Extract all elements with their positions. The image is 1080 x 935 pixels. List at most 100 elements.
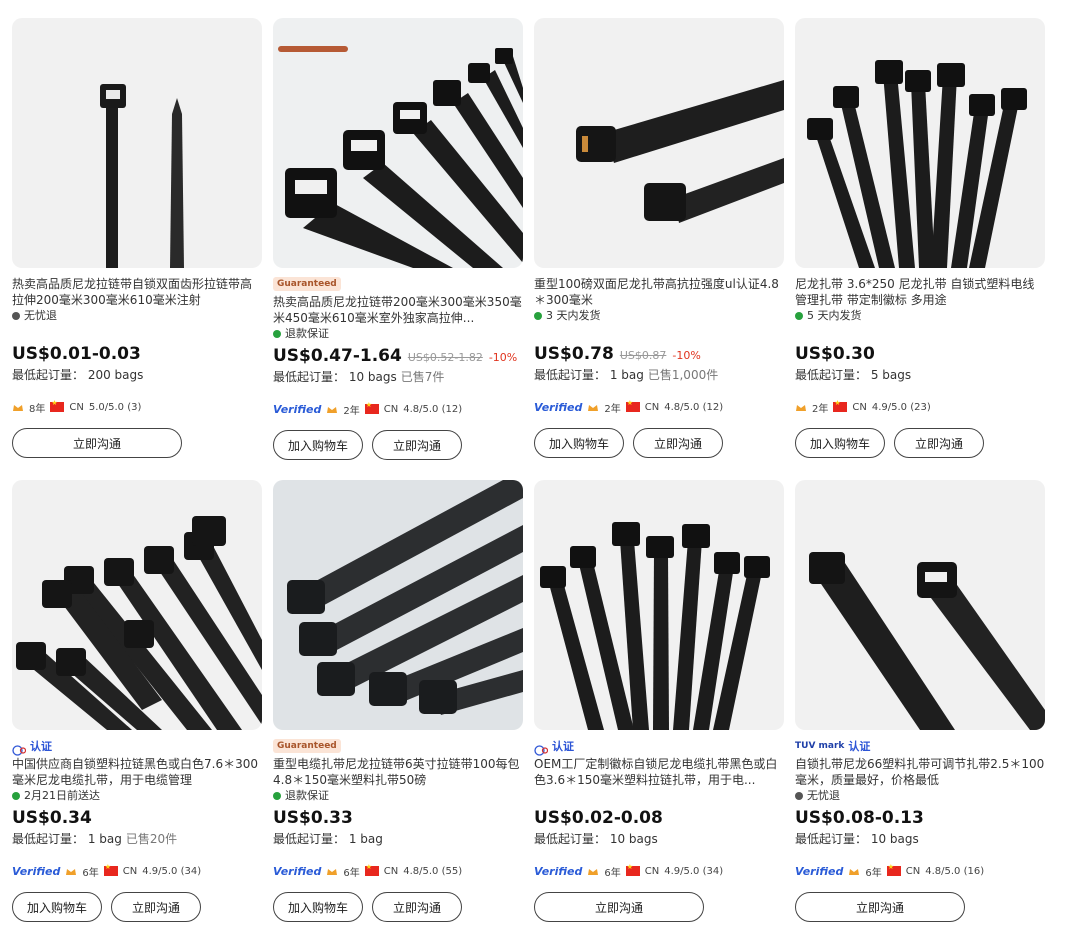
add-to-cart-button[interactable]: 加入购物车 bbox=[534, 428, 624, 458]
cert-label: 认证 bbox=[552, 740, 574, 753]
product-title[interactable]: 自锁扎带尼龙66塑料扎带可调节扎带2.5＊100毫米，质量最好，价格最低 bbox=[795, 756, 1045, 788]
product-card[interactable]: Guaranteed 热卖高品质尼龙拉链带200毫米300毫米350毫米450毫… bbox=[273, 18, 523, 473]
check-circle-icon bbox=[534, 312, 542, 320]
price: US$0.78 bbox=[534, 344, 614, 364]
price-row: US$0.33 bbox=[273, 808, 523, 830]
min-order: 最低起订量： 10 bags bbox=[795, 832, 919, 846]
price: US$0.47-1.64 bbox=[273, 346, 402, 366]
price: US$0.01-0.03 bbox=[12, 344, 141, 364]
price: US$0.34 bbox=[12, 808, 92, 828]
verified-badge: Verified bbox=[534, 400, 583, 414]
product-image[interactable] bbox=[534, 18, 784, 268]
benefit-label: 无忧退 bbox=[12, 308, 262, 324]
price-row: US$0.08-0.13 bbox=[795, 808, 1045, 830]
benefit-label: 退款保证 bbox=[273, 326, 523, 342]
price: US$0.08-0.13 bbox=[795, 808, 924, 828]
guaranteed-badge: Guaranteed bbox=[273, 277, 341, 291]
china-flag-icon bbox=[364, 863, 379, 876]
add-to-cart-button[interactable]: 加入购物车 bbox=[273, 430, 363, 460]
product-card[interactable]: Guaranteed 重型电缆扎带尼龙拉链带6英寸拉链带100每包4.8＊150… bbox=[273, 480, 523, 935]
rating: 5.0/5.0 (3) bbox=[88, 401, 142, 413]
supplier-meta: Verified 6年 CN 4.8/5.0 (55) bbox=[273, 862, 523, 880]
product-card[interactable]: TUV mark 认证 自锁扎带尼龙66塑料扎带可调节扎带2.5＊100毫米，质… bbox=[795, 480, 1045, 935]
add-to-cart-button[interactable]: 加入购物车 bbox=[795, 428, 885, 458]
add-to-cart-button[interactable]: 加入购物车 bbox=[273, 892, 363, 922]
product-grid: 热卖高品质尼龙拉链带自锁双面齿形拉链带高拉伸200毫米300毫米610毫米注射 … bbox=[0, 0, 1080, 933]
benefit-label: 5 天内发货 bbox=[795, 308, 1045, 324]
min-order: 最低起订量： 1 bag 已售1,000件 bbox=[534, 368, 719, 382]
china-flag-icon bbox=[50, 399, 65, 412]
price-row: US$0.78 US$0.87 -10% bbox=[534, 344, 784, 366]
contact-now-button[interactable]: 立即沟通 bbox=[12, 428, 182, 458]
verified-badge: Verified bbox=[12, 864, 61, 878]
old-price: US$0.52-1.82 bbox=[407, 351, 483, 364]
product-image[interactable] bbox=[795, 480, 1045, 730]
china-flag-icon bbox=[103, 863, 118, 876]
min-order: 最低起订量： 1 bag 已售20件 bbox=[12, 832, 178, 846]
verified-badge: Verified bbox=[534, 864, 583, 878]
cert-label: 认证 bbox=[30, 740, 52, 753]
supplier-level-icon bbox=[326, 867, 338, 876]
contact-now-button[interactable]: 立即沟通 bbox=[534, 892, 704, 922]
product-image[interactable] bbox=[273, 18, 523, 268]
verified-badge: Verified bbox=[273, 402, 322, 416]
product-image[interactable] bbox=[12, 18, 262, 268]
benefit-label: 3 天内发货 bbox=[534, 308, 784, 324]
ul-cert-icon bbox=[534, 741, 549, 756]
price: US$0.02-0.08 bbox=[534, 808, 663, 828]
contact-now-button[interactable]: 立即沟通 bbox=[372, 430, 462, 460]
product-card[interactable]: 认证 中国供应商自锁塑料拉链黑色或白色7.6＊300毫米尼龙电缆扎带，用于电缆管… bbox=[12, 480, 262, 935]
product-image[interactable] bbox=[795, 18, 1045, 268]
product-card[interactable]: 重型100磅双面尼龙扎带高抗拉强度ul认证4.8＊300毫米 3 天内发货 US… bbox=[534, 18, 784, 473]
supplier-level-icon bbox=[795, 403, 807, 412]
rating: 4.9/5.0 (34) bbox=[142, 865, 202, 877]
product-title[interactable]: 中国供应商自锁塑料拉链黑色或白色7.6＊300毫米尼龙电缆扎带，用于电缆管理 bbox=[12, 756, 262, 788]
product-title[interactable]: 重型电缆扎带尼龙拉链带6英寸拉链带100每包4.8＊150毫米塑料扎带50磅 bbox=[273, 756, 523, 788]
product-image[interactable] bbox=[12, 480, 262, 730]
price: US$0.30 bbox=[795, 344, 875, 364]
product-title[interactable]: 重型100磅双面尼龙扎带高抗拉强度ul认证4.8＊300毫米 bbox=[534, 276, 784, 308]
check-circle-icon bbox=[273, 792, 281, 800]
discount: -10% bbox=[672, 349, 701, 362]
benefit-label bbox=[534, 788, 784, 804]
cert-row: 认证 bbox=[12, 738, 262, 756]
product-card[interactable]: 认证 OEM工厂定制徽标自锁尼龙电缆扎带黑色或白色3.6＊150毫米塑料拉链扎带… bbox=[534, 480, 784, 935]
contact-now-button[interactable]: 立即沟通 bbox=[372, 892, 462, 922]
benefit-label: 退款保证 bbox=[273, 788, 523, 804]
cert-row: 认证 bbox=[534, 738, 784, 756]
shield-icon bbox=[12, 312, 20, 320]
rating: 4.8/5.0 (12) bbox=[664, 401, 724, 413]
price-row: US$0.02-0.08 bbox=[534, 808, 784, 830]
benefit-label: 2月21日前送达 bbox=[12, 788, 262, 804]
supplier-level-icon bbox=[587, 867, 599, 876]
tuv-mark-icon: TUV mark bbox=[795, 741, 845, 751]
product-image[interactable] bbox=[273, 480, 523, 730]
old-price: US$0.87 bbox=[619, 349, 667, 362]
verified-badge: Verified bbox=[273, 864, 322, 878]
product-title[interactable]: 热卖高品质尼龙拉链带自锁双面齿形拉链带高拉伸200毫米300毫米610毫米注射 bbox=[12, 276, 262, 308]
china-flag-icon bbox=[364, 401, 379, 414]
product-title[interactable]: 热卖高品质尼龙拉链带200毫米300毫米350毫米450毫米610毫米室外独家高… bbox=[273, 294, 523, 326]
min-order: 最低起订量： 10 bags 已售7件 bbox=[273, 370, 445, 384]
china-flag-icon bbox=[886, 863, 901, 876]
contact-now-button[interactable]: 立即沟通 bbox=[795, 892, 965, 922]
supplier-level-icon bbox=[587, 403, 599, 412]
contact-now-button[interactable]: 立即沟通 bbox=[111, 892, 201, 922]
price-row: US$0.34 bbox=[12, 808, 262, 830]
rating: 4.9/5.0 (23) bbox=[871, 401, 931, 413]
check-circle-icon bbox=[12, 792, 20, 800]
china-flag-icon bbox=[625, 863, 640, 876]
product-title[interactable]: OEM工厂定制徽标自锁尼龙电缆扎带黑色或白色3.6＊150毫米塑料拉链扎带，用于… bbox=[534, 756, 784, 788]
sold-count: 已售7件 bbox=[400, 370, 445, 384]
contact-now-button[interactable]: 立即沟通 bbox=[633, 428, 723, 458]
contact-now-button[interactable]: 立即沟通 bbox=[894, 428, 984, 458]
product-card[interactable]: 热卖高品质尼龙拉链带自锁双面齿形拉链带高拉伸200毫米300毫米610毫米注射 … bbox=[12, 18, 262, 473]
product-card[interactable]: 尼龙扎带 3.6*250 尼龙扎带 自锁式塑料电线管理扎带 带定制徽标 多用途 … bbox=[795, 18, 1045, 473]
supplier-meta: 8年 CN 5.0/5.0 (3) bbox=[12, 398, 262, 416]
guaranteed-badge: Guaranteed bbox=[273, 739, 341, 753]
product-image[interactable] bbox=[534, 480, 784, 730]
product-title[interactable]: 尼龙扎带 3.6*250 尼龙扎带 自锁式塑料电线管理扎带 带定制徽标 多用途 bbox=[795, 276, 1045, 308]
ul-cert-icon bbox=[12, 741, 27, 756]
rating: 4.8/5.0 (16) bbox=[925, 865, 985, 877]
add-to-cart-button[interactable]: 加入购物车 bbox=[12, 892, 102, 922]
